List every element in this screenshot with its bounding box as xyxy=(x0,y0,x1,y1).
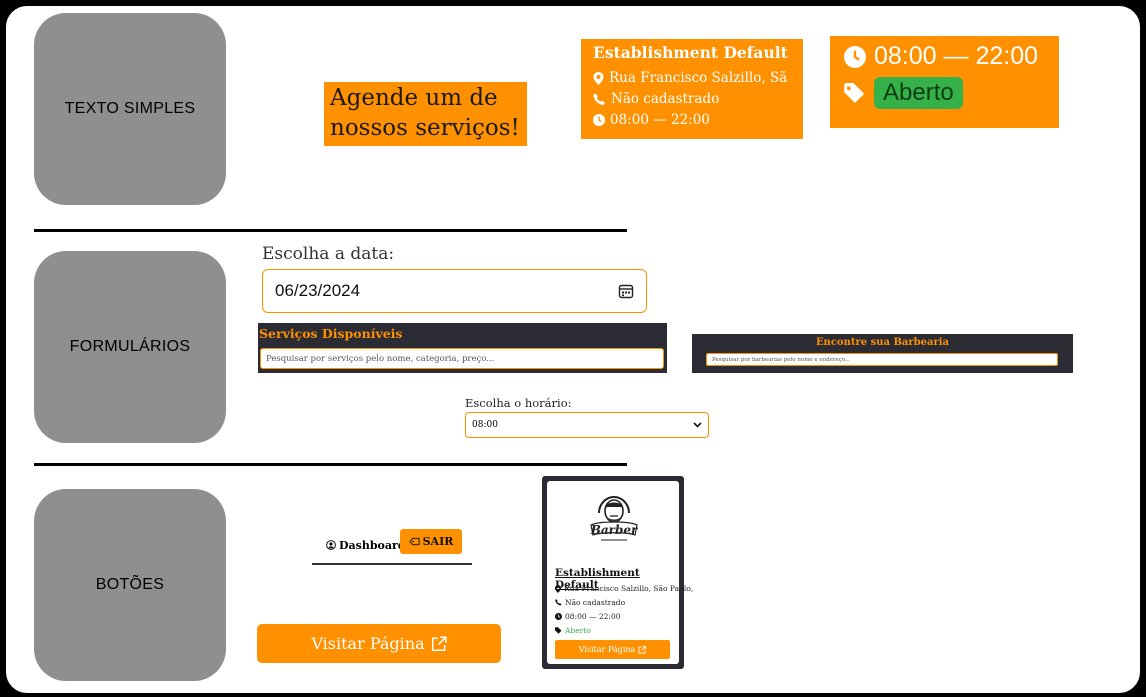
date-input-value: 06/23/2024 xyxy=(275,281,361,300)
establishment-phone: Não cadastrado xyxy=(611,91,720,107)
barbershop-search-placeholder: Pesquisar por barbearias pelo nome e end… xyxy=(712,356,851,363)
tag-icon xyxy=(844,83,865,103)
establishment-phone-row: Não cadastrado xyxy=(593,91,791,107)
services-search-placeholder: Pesquisar por serviços pelo nome, catego… xyxy=(266,353,495,364)
mini-card-phone-row: Não cadastrado xyxy=(555,598,625,607)
barbershop-search-input[interactable]: Pesquisar por barbearias pelo nome e end… xyxy=(706,353,1058,366)
mini-card-phone: Não cadastrado xyxy=(565,598,626,607)
establishment-mini-card: Barber Establishment Default Rua Francis… xyxy=(542,476,693,669)
barber-logo: Barber xyxy=(590,495,639,541)
establishment-address-row: Rua Francisco Salzillo, Sã xyxy=(593,70,791,86)
establishment-hours: 08:00 — 22:00 xyxy=(610,112,710,128)
mini-card-status-row: Aberto xyxy=(555,626,591,635)
establishment-hours-row: 08:00 — 22:00 xyxy=(593,112,791,128)
services-panel-title: Serviços Disponíveis xyxy=(259,326,403,341)
section-label-buttons: BOTÕES xyxy=(34,489,226,681)
user-circle-icon xyxy=(326,540,336,550)
external-link-icon xyxy=(638,645,647,654)
logout-icon xyxy=(408,537,420,546)
services-panel: Serviços Disponíveis Pesquisar por servi… xyxy=(258,323,667,373)
calendar-icon[interactable] xyxy=(618,283,634,299)
hero-heading: Agende um de nossos serviços! xyxy=(324,82,527,146)
section-label-buttons-caption: BOTÕES xyxy=(95,576,165,593)
mini-card-address: Rua Francisco Salzillo, São Paulo, xyxy=(564,584,694,593)
dashboard-link-label: Dashboard xyxy=(339,538,406,552)
barbershop-panel-title: Encontre sua Barbearia xyxy=(815,337,950,348)
showcase-frame: TEXTO SIMPLES FORMULÁRIOS BOTÕES Agende … xyxy=(3,3,1143,696)
hero-line-2: nossos serviços! xyxy=(330,115,520,141)
mini-card-hours: 08:00 — 22:00 xyxy=(565,612,621,621)
section-label-forms-caption: FORMULÁRIOS xyxy=(69,338,191,355)
external-link-icon xyxy=(431,635,447,651)
open-status-badge: Aberto xyxy=(874,77,963,109)
clock-icon xyxy=(844,45,866,68)
establishment-address: Rua Francisco Salzillo, Sã xyxy=(609,70,788,86)
section-label-text-caption: TEXTO SIMPLES xyxy=(64,100,196,117)
clock-icon xyxy=(555,613,562,620)
section-label-forms: FORMULÁRIOS xyxy=(34,251,226,443)
mini-card-body: Barber Establishment Default Rua Francis… xyxy=(547,481,693,664)
mini-card-visit-button[interactable]: Visitar Página xyxy=(555,640,670,659)
date-field-label: Escolha a data: xyxy=(262,244,395,264)
mini-card-status: Aberto xyxy=(565,626,591,635)
hero-line-1: Agende um de xyxy=(330,85,498,111)
nav-underline xyxy=(312,563,472,565)
visit-page-button[interactable]: Visitar Página xyxy=(257,624,501,663)
time-select-value: 08:00 xyxy=(472,420,498,430)
visit-page-button-label: Visitar Página xyxy=(311,634,425,653)
hours-text: 08:00 — 22:00 xyxy=(874,42,1039,70)
time-select[interactable]: 08:00 xyxy=(465,412,709,438)
hours-line: 08:00 — 22:00 xyxy=(844,42,1045,71)
establishment-name: Establishment Default xyxy=(593,43,788,62)
status-line: Aberto xyxy=(844,77,1045,109)
chevron-down-icon xyxy=(693,422,702,428)
phone-icon xyxy=(555,599,562,606)
mini-card-address-row: Rua Francisco Salzillo, São Paulo, xyxy=(555,584,693,593)
phone-icon xyxy=(593,93,605,105)
section-divider xyxy=(34,463,627,466)
section-divider xyxy=(34,229,627,232)
clock-icon xyxy=(593,114,605,126)
tag-icon xyxy=(555,627,562,634)
location-pin-icon xyxy=(593,71,604,85)
services-search-input[interactable]: Pesquisar por serviços pelo nome, catego… xyxy=(260,348,664,369)
date-input[interactable]: 06/23/2024 xyxy=(262,269,647,313)
dashboard-link[interactable]: Dashboard xyxy=(326,536,406,554)
barber-logo-text: Barber xyxy=(590,523,639,537)
mini-card-visit-button-label: Visitar Página xyxy=(578,645,636,654)
establishment-card: Establishment Default Rua Francisco Salz… xyxy=(581,39,803,139)
barbershop-panel: Encontre sua Barbearia Pesquisar por bar… xyxy=(692,334,1073,373)
logout-button-label: SAIR xyxy=(422,535,454,548)
mini-card-hours-row: 08:00 — 22:00 xyxy=(555,612,621,621)
section-label-text: TEXTO SIMPLES xyxy=(34,13,226,205)
location-pin-icon xyxy=(555,584,561,593)
logout-button[interactable]: SAIR xyxy=(400,529,462,554)
time-field-label: Escolha o horário: xyxy=(465,396,572,410)
hours-status-card: 08:00 — 22:00 Aberto xyxy=(830,36,1059,128)
